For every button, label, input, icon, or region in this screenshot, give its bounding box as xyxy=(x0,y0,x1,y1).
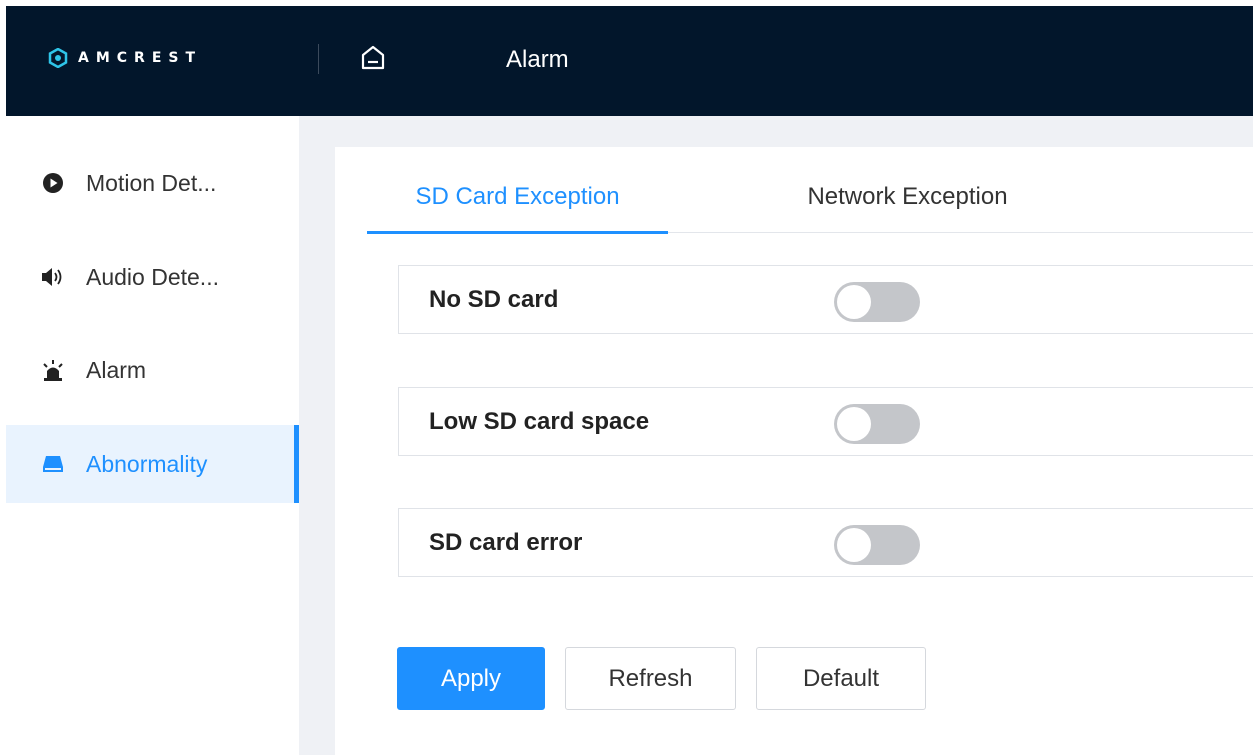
sd-card-error-toggle[interactable] xyxy=(834,525,920,565)
sidebar-item-audio-detection[interactable]: Audio Dete... xyxy=(6,238,299,316)
default-button[interactable]: Default xyxy=(756,647,926,710)
brand-name: AMCREST xyxy=(78,50,203,66)
setting-row-no-sd-card: No SD card xyxy=(398,265,1253,334)
setting-row-sd-card-error: SD card error xyxy=(398,508,1253,577)
toggle-knob xyxy=(837,528,871,562)
top-bar: AMCREST Alarm xyxy=(6,6,1253,116)
setting-label: SD card error xyxy=(429,529,583,556)
sidebar-item-label: Abnormality xyxy=(86,450,208,477)
toggle-knob xyxy=(837,285,871,319)
sidebar-item-alarm[interactable]: Alarm xyxy=(6,331,299,409)
refresh-button[interactable]: Refresh xyxy=(565,647,736,710)
tab-bar: SD Card Exception Network Exception xyxy=(367,160,1253,234)
sidebar-item-label: Motion Det... xyxy=(86,169,217,196)
home-icon xyxy=(361,45,385,70)
tab-network-exception[interactable]: Network Exception xyxy=(767,160,1048,233)
home-button[interactable] xyxy=(356,40,390,74)
page-title: Alarm xyxy=(506,46,569,73)
header-divider xyxy=(318,44,319,74)
speaker-icon xyxy=(40,264,66,290)
toggle-knob xyxy=(837,407,871,441)
amcrest-logo[interactable]: AMCREST xyxy=(48,46,202,70)
low-sd-card-space-toggle[interactable] xyxy=(834,404,920,444)
sidebar-item-abnormality[interactable]: Abnormality xyxy=(6,425,299,503)
sidebar-item-label: Alarm xyxy=(86,356,147,383)
amcrest-logo-icon xyxy=(48,48,68,68)
no-sd-card-toggle[interactable] xyxy=(834,282,920,322)
page: AMCREST Alarm Motion Det... Audio Dete..… xyxy=(0,0,1253,755)
siren-icon xyxy=(40,357,66,383)
sidebar-item-motion-detection[interactable]: Motion Det... xyxy=(6,144,299,222)
sidebar-item-label: Audio Dete... xyxy=(86,263,219,290)
play-circle-icon xyxy=(40,170,66,196)
apply-button[interactable]: Apply xyxy=(397,647,545,710)
drive-icon xyxy=(40,451,66,477)
setting-label: No SD card xyxy=(429,286,559,313)
setting-label: Low SD card space xyxy=(429,408,650,435)
tab-sd-card-exception[interactable]: SD Card Exception xyxy=(367,160,668,234)
setting-row-low-sd-card-space: Low SD card space xyxy=(398,387,1253,456)
sidebar: Motion Det... Audio Dete... Alarm Abnorm… xyxy=(6,116,299,755)
